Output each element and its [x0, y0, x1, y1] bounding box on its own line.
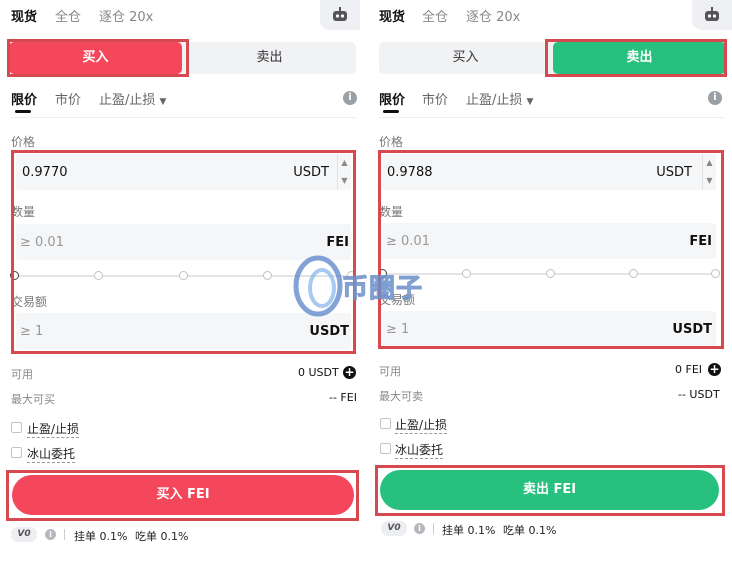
max-label: 最大可买 — [11, 393, 55, 406]
tab-market[interactable]: 市价 — [55, 89, 81, 108]
tpsl-checkbox[interactable] — [11, 422, 22, 433]
active-tab-underline — [383, 110, 399, 113]
highlight-box — [6, 470, 359, 521]
trading-bot-button[interactable] — [320, 0, 360, 30]
active-tab-underline — [15, 110, 31, 113]
divider — [11, 117, 356, 118]
robot-icon — [705, 7, 719, 21]
taker-fee: 吃单 0.1% — [135, 530, 189, 543]
price-label: 价格 — [11, 135, 36, 149]
buy-tab[interactable]: 买入 — [379, 42, 552, 74]
tab-tpsl[interactable]: 止盈/止损 ▼ — [99, 89, 166, 108]
iceberg-checkbox-label[interactable]: 冰山委托 — [27, 445, 76, 463]
tab-limit[interactable]: 限价 — [379, 89, 405, 108]
mode-isolated[interactable]: 逐仓 20x — [99, 6, 153, 25]
trading-bot-button[interactable] — [692, 0, 732, 30]
highlight-box — [545, 39, 727, 77]
plus-icon[interactable]: + — [343, 366, 356, 379]
divider — [64, 529, 65, 540]
tpsl-label: 止盈/止损 — [466, 93, 523, 108]
trade-mode-bar: 现货 全仓 逐仓 20x — [372, 0, 732, 30]
mode-spot[interactable]: 现货 — [379, 6, 405, 25]
watermark-text: 币圈子 — [341, 274, 424, 305]
tpsl-label: 止盈/止损 — [99, 93, 156, 108]
iceberg-checkbox[interactable] — [380, 443, 391, 454]
maker-fee: 挂单 0.1% — [74, 530, 128, 543]
tpsl-checkbox-label[interactable]: 止盈/止损 — [27, 420, 80, 438]
mode-isolated[interactable]: 逐仓 20x — [466, 6, 520, 25]
vip-badge[interactable]: V0 — [381, 521, 407, 536]
order-type-tabs: 限价 市价 止盈/止损 ▼ i — [11, 89, 357, 113]
fee-row: V0 i 挂单 0.1% 吃单 0.1% — [11, 526, 261, 544]
caret-down-icon: ▼ — [159, 97, 167, 107]
tab-market[interactable]: 市价 — [422, 89, 448, 108]
plus-icon[interactable]: + — [708, 363, 721, 376]
trade-mode-bar: 现货 全仓 逐仓 20x — [0, 0, 360, 30]
price-label: 价格 — [379, 135, 404, 149]
mode-spot[interactable]: 现货 — [11, 6, 37, 25]
taker-fee: 吃单 0.1% — [503, 524, 557, 537]
divider — [433, 523, 434, 534]
mode-cross[interactable]: 全仓 — [422, 6, 448, 25]
max-label: 最大可卖 — [379, 390, 423, 403]
watermark: 币圈子 — [290, 254, 450, 318]
tab-tpsl[interactable]: 止盈/止损 ▼ — [466, 89, 533, 108]
order-type-tabs: 限价 市价 止盈/止损 ▼ i — [379, 89, 724, 113]
tab-limit[interactable]: 限价 — [11, 89, 37, 108]
highlight-box — [378, 150, 724, 349]
highlight-box — [7, 39, 189, 77]
sell-tab[interactable]: 卖出 — [183, 42, 356, 74]
iceberg-checkbox[interactable] — [11, 447, 22, 458]
max-value: -- FEI — [329, 391, 357, 404]
available-value: 0 FEI — [675, 363, 703, 376]
maker-fee: 挂单 0.1% — [442, 524, 496, 537]
info-icon[interactable]: i — [343, 91, 357, 105]
divider — [379, 117, 724, 118]
fee-info-icon[interactable]: i — [45, 529, 56, 540]
iceberg-checkbox-label[interactable]: 冰山委托 — [395, 441, 444, 459]
tpsl-checkbox[interactable] — [380, 418, 391, 429]
max-value: -- USDT — [678, 388, 720, 401]
vip-badge[interactable]: V0 — [11, 527, 37, 542]
highlight-box — [11, 150, 356, 354]
watermark-logo-icon — [293, 255, 343, 317]
available-label: 可用 — [379, 365, 401, 378]
robot-icon — [333, 7, 347, 21]
fee-row: V0 i 挂单 0.1% 吃单 0.1% — [381, 520, 631, 538]
mode-cross[interactable]: 全仓 — [55, 6, 81, 25]
available-value: 0 USDT — [298, 366, 339, 379]
info-icon[interactable]: i — [708, 91, 722, 105]
tpsl-checkbox-label[interactable]: 止盈/止损 — [395, 416, 448, 434]
available-label: 可用 — [11, 368, 33, 381]
fee-info-icon[interactable]: i — [414, 523, 425, 534]
caret-down-icon: ▼ — [526, 97, 534, 107]
highlight-box — [375, 465, 725, 516]
